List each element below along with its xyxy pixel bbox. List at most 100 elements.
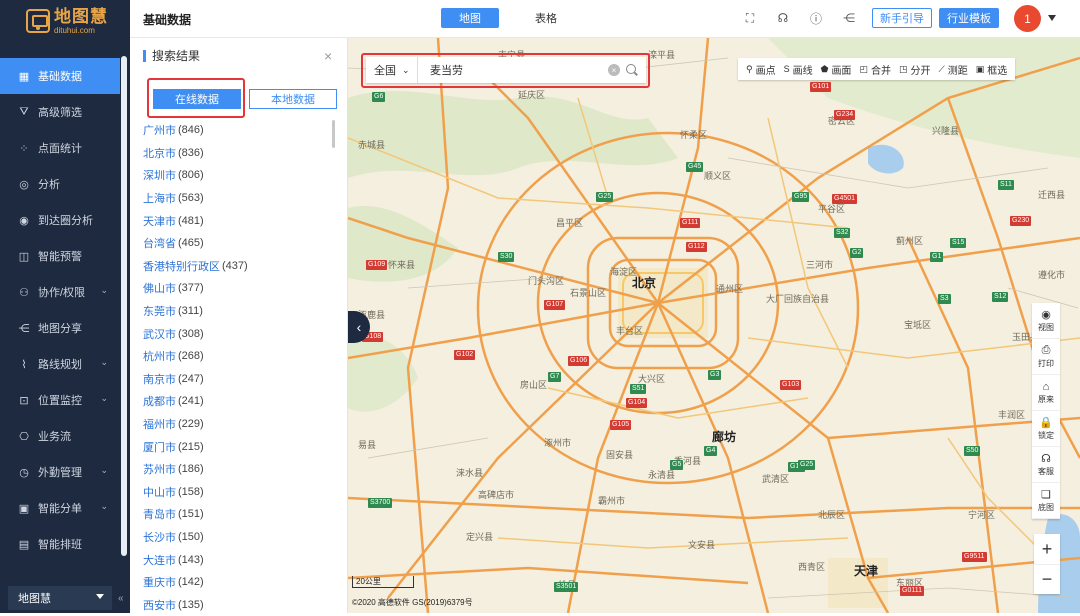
logo[interactable]: 地图慧 dituhui.com — [0, 0, 130, 42]
list-item[interactable]: 南京市 (247) — [143, 368, 333, 391]
industry-template-button[interactable]: 行业模板 — [939, 8, 999, 28]
draw-tool-line[interactable]: S 画线 — [780, 62, 817, 77]
list-item[interactable]: 上海市 (563) — [143, 187, 333, 210]
sidebar-item[interactable]: ◉ 到达圈分析 — [0, 202, 130, 238]
list-item[interactable]: 东莞市 (311) — [143, 300, 333, 323]
draw-tool-split[interactable]: ◳ 分开 — [895, 62, 935, 77]
list-item[interactable]: 青岛市 (151) — [143, 503, 333, 526]
city-name[interactable]: 台湾省 — [143, 235, 176, 251]
list-item[interactable]: 广州市 (846) — [143, 119, 333, 142]
draw-tool-merge[interactable]: ◰ 合并 — [855, 62, 895, 77]
sidebar-item[interactable]: ⋲ 地图分享 — [0, 310, 130, 346]
city-name[interactable]: 苏州市 — [143, 461, 176, 477]
logo-subtitle: dituhui.com — [54, 25, 95, 35]
sidebar-item[interactable]: ⌇ 路线规划 ⌄ — [0, 346, 130, 382]
list-item[interactable]: 香港特别行政区 (437) — [143, 255, 333, 278]
city-name[interactable]: 武汉市 — [143, 326, 176, 342]
list-item[interactable]: 大连市 (143) — [143, 548, 333, 571]
headset-icon[interactable]: ☊ — [775, 10, 791, 26]
fullscreen-icon[interactable]: ⛶ — [742, 10, 758, 26]
sidebar-item[interactable]: ⚇ 协作/权限 ⌄ — [0, 274, 130, 310]
sidebar-item[interactable]: ▤ 智能排班 — [0, 526, 130, 562]
sidebar-item[interactable]: ⊡ 位置监控 ⌄ — [0, 382, 130, 418]
sidebar-item[interactable]: ◷ 外勤管理 ⌄ — [0, 454, 130, 490]
list-item[interactable]: 成都市 (241) — [143, 390, 333, 413]
help-icon[interactable]: ⓘ — [808, 10, 824, 26]
sidebar-item[interactable]: ⛛ 高级筛选 — [0, 94, 130, 130]
city-name[interactable]: 西安市 — [143, 597, 176, 613]
sidebar-item[interactable]: ▦ 基础数据 — [0, 58, 120, 94]
side-tool-headset[interactable]: ☊ 客服 — [1032, 447, 1060, 483]
sidebar-scrollbar[interactable] — [121, 56, 127, 556]
map-road-tag: G6 — [372, 92, 386, 102]
zoom-out-button[interactable]: − — [1034, 564, 1060, 594]
city-count: (143) — [178, 553, 204, 566]
city-name[interactable]: 大连市 — [143, 552, 176, 568]
list-item[interactable]: 苏州市 (186) — [143, 458, 333, 481]
draw-tool-ruler[interactable]: ⟋ 测距 — [934, 62, 971, 77]
draw-tool-box-select[interactable]: ▣ 框选 — [972, 62, 1012, 77]
city-name[interactable]: 杭州市 — [143, 348, 176, 364]
sidebar-item[interactable]: ⎔ 业务流 — [0, 418, 130, 454]
map-place-label: 霸州市 — [598, 496, 626, 506]
city-name[interactable]: 南京市 — [143, 371, 176, 387]
city-name[interactable]: 重庆市 — [143, 574, 176, 590]
city-name[interactable]: 上海市 — [143, 190, 176, 206]
list-item[interactable]: 福州市 (229) — [143, 413, 333, 436]
tab-map[interactable]: 地图 — [441, 8, 499, 28]
zoom-in-button[interactable]: + — [1034, 534, 1060, 564]
city-name[interactable]: 中山市 — [143, 484, 176, 500]
list-item[interactable]: 台湾省 (465) — [143, 232, 333, 255]
city-name[interactable]: 深圳市 — [143, 167, 176, 183]
city-name[interactable]: 香港特别行政区 — [143, 258, 220, 274]
map-road-tag: G45 — [686, 162, 704, 172]
share-icon[interactable]: ⋲ — [841, 10, 857, 26]
panel-scrollbar[interactable] — [332, 120, 335, 148]
collapse-sidebar-icon[interactable]: « — [118, 593, 124, 604]
sidebar-item-label: 外勤管理 — [38, 467, 82, 479]
guide-button[interactable]: 新手引导 — [872, 8, 932, 28]
avatar[interactable]: 1 — [1014, 5, 1041, 32]
city-name[interactable]: 广州市 — [143, 122, 176, 138]
side-tool-print[interactable]: ⎙ 打印 — [1032, 339, 1060, 375]
city-name[interactable]: 北京市 — [143, 145, 176, 161]
map-place-label: 赤城县 — [358, 140, 386, 150]
city-name[interactable]: 佛山市 — [143, 280, 176, 296]
tab-table[interactable]: 表格 — [517, 8, 575, 28]
draw-tool-polygon[interactable]: ⬟ 画面 — [817, 62, 856, 77]
list-item[interactable]: 长沙市 (150) — [143, 526, 333, 549]
sidebar-item[interactable]: ◎ 分析 — [0, 166, 130, 202]
side-tool-layers[interactable]: ❏ 底图 — [1032, 483, 1060, 519]
draw-tool-pin[interactable]: ⚲ 画点 — [742, 62, 780, 77]
list-item[interactable]: 杭州市 (268) — [143, 345, 333, 368]
city-name[interactable]: 天津市 — [143, 213, 176, 229]
map-canvas[interactable]: 北京 廊坊 天津 延庆区 怀柔区 密云区 顺义区 平谷区 昌平区 海淀区 门头沟区 石景山区 丰台区 通州… — [348, 38, 1080, 613]
circle-play-icon: ◉ — [19, 214, 29, 227]
account-select[interactable]: 地图慧 — [8, 586, 112, 610]
city-name[interactable]: 青岛市 — [143, 506, 176, 522]
side-tool-eye[interactable]: ◉ 视图 — [1032, 303, 1060, 339]
list-item[interactable]: 武汉市 (308) — [143, 322, 333, 345]
list-item[interactable]: 中山市 (158) — [143, 481, 333, 504]
list-item[interactable]: 深圳市 (806) — [143, 164, 333, 187]
sidebar-item[interactable]: ◫ 智能预警 — [0, 238, 130, 274]
close-icon[interactable]: × — [324, 48, 332, 64]
city-name[interactable]: 东莞市 — [143, 303, 176, 319]
list-item[interactable]: 重庆市 (142) — [143, 571, 333, 594]
city-name[interactable]: 厦门市 — [143, 439, 176, 455]
side-tool-home[interactable]: ⌂ 原来 — [1032, 375, 1060, 411]
side-tool-lock[interactable]: 🔒 锁定 — [1032, 411, 1060, 447]
city-name[interactable]: 长沙市 — [143, 529, 176, 545]
draw-tool-label: 合并 — [870, 65, 891, 77]
tab-local-data[interactable]: 本地数据 — [249, 89, 337, 109]
list-item[interactable]: 佛山市 (377) — [143, 277, 333, 300]
list-item[interactable]: 北京市 (836) — [143, 142, 333, 165]
schedule-icon: ▤ — [18, 538, 30, 551]
city-name[interactable]: 福州市 — [143, 416, 176, 432]
caret-down-icon[interactable] — [1048, 15, 1056, 21]
sidebar-item[interactable]: ⁘ 点面统计 — [0, 130, 130, 166]
list-item[interactable]: 厦门市 (215) — [143, 435, 333, 458]
city-name[interactable]: 成都市 — [143, 393, 176, 409]
list-item[interactable]: 天津市 (481) — [143, 209, 333, 232]
sidebar-item[interactable]: ▣ 智能分单 ⌄ — [0, 490, 130, 526]
